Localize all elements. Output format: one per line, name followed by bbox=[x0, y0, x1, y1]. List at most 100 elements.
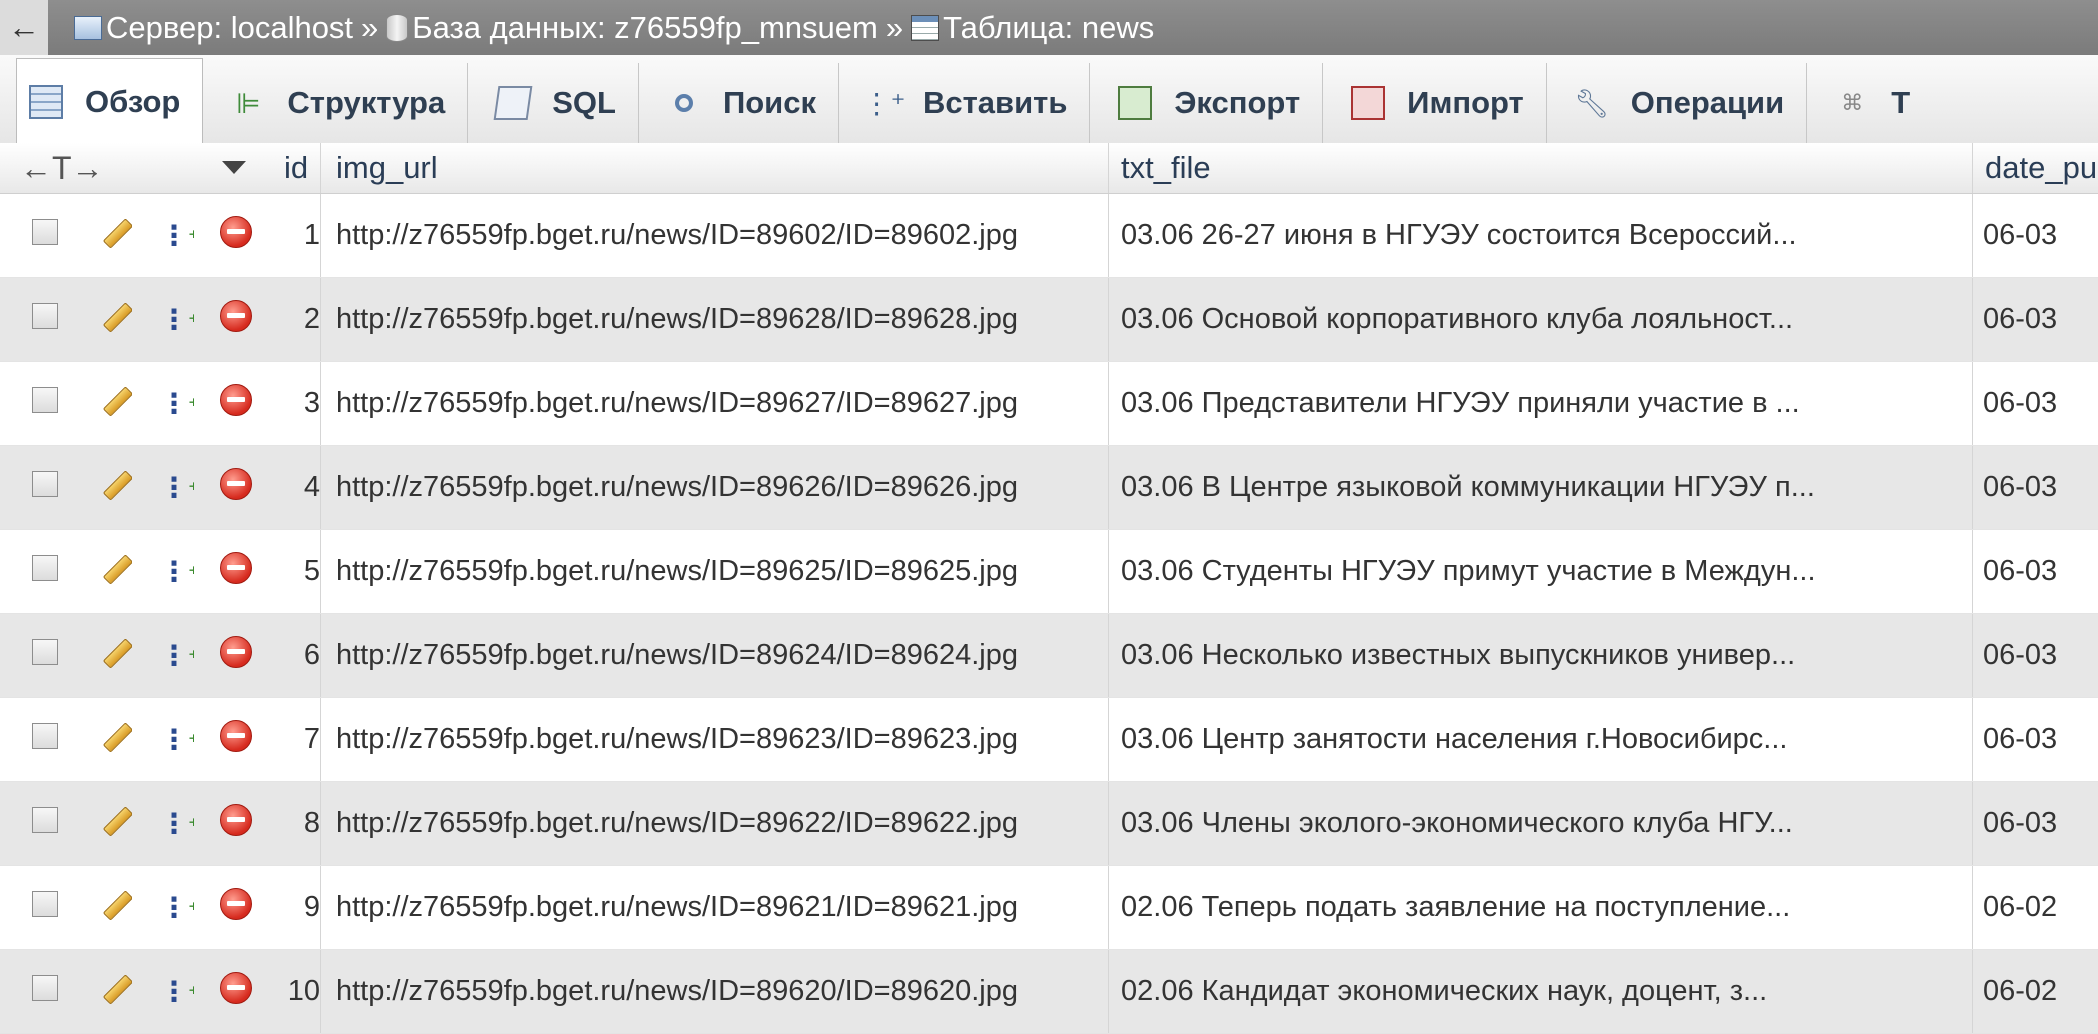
breadcrumb-server-label[interactable]: Сервер: localhost bbox=[106, 10, 353, 46]
column-divider bbox=[1972, 866, 1973, 949]
edit-icon[interactable] bbox=[98, 383, 132, 425]
row-checkbox[interactable] bbox=[32, 890, 58, 925]
delete-icon[interactable] bbox=[220, 887, 252, 928]
cell-img-url[interactable]: http://z76559fp.bget.ru/news/ID=89626/ID… bbox=[336, 471, 1106, 504]
cell-img-url[interactable]: http://z76559fp.bget.ru/news/ID=89627/ID… bbox=[336, 387, 1106, 420]
edit-icon[interactable] bbox=[98, 551, 132, 593]
cell-date[interactable]: 06-03 bbox=[1983, 387, 2098, 420]
tab-structure-label: Структура bbox=[287, 85, 446, 120]
cell-img-url[interactable]: http://z76559fp.bget.ru/news/ID=89620/ID… bbox=[336, 975, 1106, 1008]
row-checkbox[interactable] bbox=[32, 722, 58, 757]
row-checkbox[interactable] bbox=[32, 974, 58, 1009]
row-checkbox[interactable] bbox=[32, 638, 58, 673]
copy-row-icon[interactable]: ⋮⁺ bbox=[160, 975, 194, 1009]
breadcrumb-database[interactable]: База данных: z76559fp_mnsuem bbox=[386, 10, 878, 46]
cell-txt-file[interactable]: 03.06 Члены эколого-экономического клуба… bbox=[1121, 807, 1971, 840]
tab-insert[interactable]: ⋮⁺ Вставить bbox=[839, 63, 1091, 143]
cell-img-url[interactable]: http://z76559fp.bget.ru/news/ID=89621/ID… bbox=[336, 891, 1106, 924]
copy-row-icon[interactable]: ⋮⁺ bbox=[160, 471, 194, 505]
cell-img-url[interactable]: http://z76559fp.bget.ru/news/ID=89622/ID… bbox=[336, 807, 1106, 840]
cell-txt-file[interactable]: 03.06 В Центре языковой коммуникации НГУ… bbox=[1121, 471, 1971, 504]
column-divider bbox=[320, 698, 321, 781]
database-icon bbox=[386, 13, 409, 42]
cell-date[interactable]: 06-03 bbox=[1983, 555, 2098, 588]
copy-row-icon[interactable]: ⋮⁺ bbox=[160, 891, 194, 925]
tab-sql[interactable]: SQL bbox=[468, 63, 639, 143]
cell-date[interactable]: 06-02 bbox=[1983, 891, 2098, 924]
tab-operations[interactable]: 🔧︎ Операции bbox=[1547, 63, 1808, 143]
tab-import[interactable]: Импорт bbox=[1323, 63, 1547, 143]
breadcrumb-server[interactable]: Сервер: localhost bbox=[74, 10, 353, 46]
tab-search[interactable]: Поиск bbox=[639, 63, 839, 143]
cell-img-url[interactable]: http://z76559fp.bget.ru/news/ID=89625/ID… bbox=[336, 555, 1106, 588]
cell-date[interactable]: 06-03 bbox=[1983, 303, 2098, 336]
row-checkbox[interactable] bbox=[32, 386, 58, 421]
cell-txt-file[interactable]: 03.06 Центр занятости населения г.Новоси… bbox=[1121, 723, 1971, 756]
delete-icon[interactable] bbox=[220, 467, 252, 508]
cell-img-url[interactable]: http://z76559fp.bget.ru/news/ID=89628/ID… bbox=[336, 303, 1106, 336]
cell-txt-file[interactable]: 03.06 Представители НГУЭУ приняли участи… bbox=[1121, 387, 1971, 420]
column-header-id[interactable]: id bbox=[284, 150, 308, 186]
delete-icon[interactable] bbox=[220, 635, 252, 676]
cell-id: 8 bbox=[303, 807, 320, 839]
breadcrumb-table[interactable]: Таблица: news bbox=[911, 10, 1154, 46]
delete-icon[interactable] bbox=[220, 215, 252, 256]
cell-txt-file[interactable]: 03.06 Основой корпоративного клуба лояль… bbox=[1121, 303, 1971, 336]
cell-img-url[interactable]: http://z76559fp.bget.ru/news/ID=89623/ID… bbox=[336, 723, 1106, 756]
tab-structure[interactable]: ⊫ Структура bbox=[203, 63, 469, 143]
copy-row-icon[interactable]: ⋮⁺ bbox=[160, 807, 194, 841]
results-table: ←T→ id img_url txt_file date_pu ⋮⁺ 1 http:… bbox=[0, 143, 2098, 1034]
copy-row-icon[interactable]: ⋮⁺ bbox=[160, 723, 194, 757]
cell-txt-file[interactable]: 03.06 Студенты НГУЭУ примут участие в Ме… bbox=[1121, 555, 1971, 588]
copy-row-icon[interactable]: ⋮⁺ bbox=[160, 639, 194, 673]
cell-date[interactable]: 06-03 bbox=[1983, 723, 2098, 756]
delete-icon[interactable] bbox=[220, 551, 252, 592]
cell-date[interactable]: 06-02 bbox=[1983, 975, 2098, 1008]
sort-options-icon[interactable] bbox=[222, 161, 246, 174]
edit-icon[interactable] bbox=[98, 299, 132, 341]
copy-row-icon[interactable]: ⋮⁺ bbox=[160, 555, 194, 589]
delete-icon[interactable] bbox=[220, 299, 252, 340]
tab-triggers[interactable]: ⌘ Т bbox=[1807, 63, 1932, 143]
cell-txt-file[interactable]: 02.06 Теперь подать заявление на поступл… bbox=[1121, 891, 1971, 924]
cell-id: 7 bbox=[303, 723, 320, 755]
cell-date[interactable]: 06-03 bbox=[1983, 639, 2098, 672]
cell-txt-file[interactable]: 03.06 26-27 июня в НГУЭУ состоится Всеро… bbox=[1121, 219, 1971, 252]
cell-date[interactable]: 06-03 bbox=[1983, 471, 2098, 504]
tab-export[interactable]: Экспорт bbox=[1090, 63, 1324, 143]
row-checkbox[interactable] bbox=[32, 470, 58, 505]
edit-icon[interactable] bbox=[98, 719, 132, 761]
column-header-date[interactable]: date_pu bbox=[1985, 150, 2097, 186]
cell-date[interactable]: 06-03 bbox=[1983, 219, 2098, 252]
cell-img-url[interactable]: http://z76559fp.bget.ru/news/ID=89624/ID… bbox=[336, 639, 1106, 672]
edit-icon[interactable] bbox=[98, 635, 132, 677]
tab-browse[interactable]: Обзор bbox=[16, 58, 204, 144]
copy-row-icon[interactable]: ⋮⁺ bbox=[160, 387, 194, 421]
edit-icon[interactable] bbox=[98, 971, 132, 1013]
cell-txt-file[interactable]: 02.06 Кандидат экономических наук, доцен… bbox=[1121, 975, 1971, 1008]
cell-img-url[interactable]: http://z76559fp.bget.ru/news/ID=89602/ID… bbox=[336, 219, 1106, 252]
edit-icon[interactable] bbox=[98, 467, 132, 509]
edit-icon[interactable] bbox=[98, 803, 132, 845]
back-arrow-button[interactable]: ← bbox=[0, 0, 48, 55]
column-header-img-url[interactable]: img_url bbox=[336, 150, 438, 186]
delete-icon[interactable] bbox=[220, 803, 252, 844]
breadcrumb-database-label[interactable]: База данных: z76559fp_mnsuem bbox=[412, 10, 878, 46]
copy-row-icon[interactable]: ⋮⁺ bbox=[160, 303, 194, 337]
row-checkbox[interactable] bbox=[32, 302, 58, 337]
edit-icon[interactable] bbox=[98, 887, 132, 929]
column-resize-arrows[interactable]: ←T→ bbox=[20, 150, 104, 187]
edit-icon[interactable] bbox=[98, 215, 132, 257]
row-checkbox[interactable] bbox=[32, 218, 58, 253]
copy-row-icon[interactable]: ⋮⁺ bbox=[160, 219, 194, 253]
delete-icon[interactable] bbox=[220, 383, 252, 424]
delete-icon[interactable] bbox=[220, 971, 252, 1012]
breadcrumb-table-label[interactable]: Таблица: news bbox=[943, 10, 1154, 46]
column-header-txt-file[interactable]: txt_file bbox=[1121, 150, 1211, 186]
delete-icon[interactable] bbox=[220, 719, 252, 760]
cell-txt-file[interactable]: 03.06 Несколько известных выпускников ун… bbox=[1121, 639, 1971, 672]
row-checkbox[interactable] bbox=[32, 554, 58, 589]
cell-id: 4 bbox=[303, 471, 320, 503]
cell-date[interactable]: 06-03 bbox=[1983, 807, 2098, 840]
row-checkbox[interactable] bbox=[32, 806, 58, 841]
